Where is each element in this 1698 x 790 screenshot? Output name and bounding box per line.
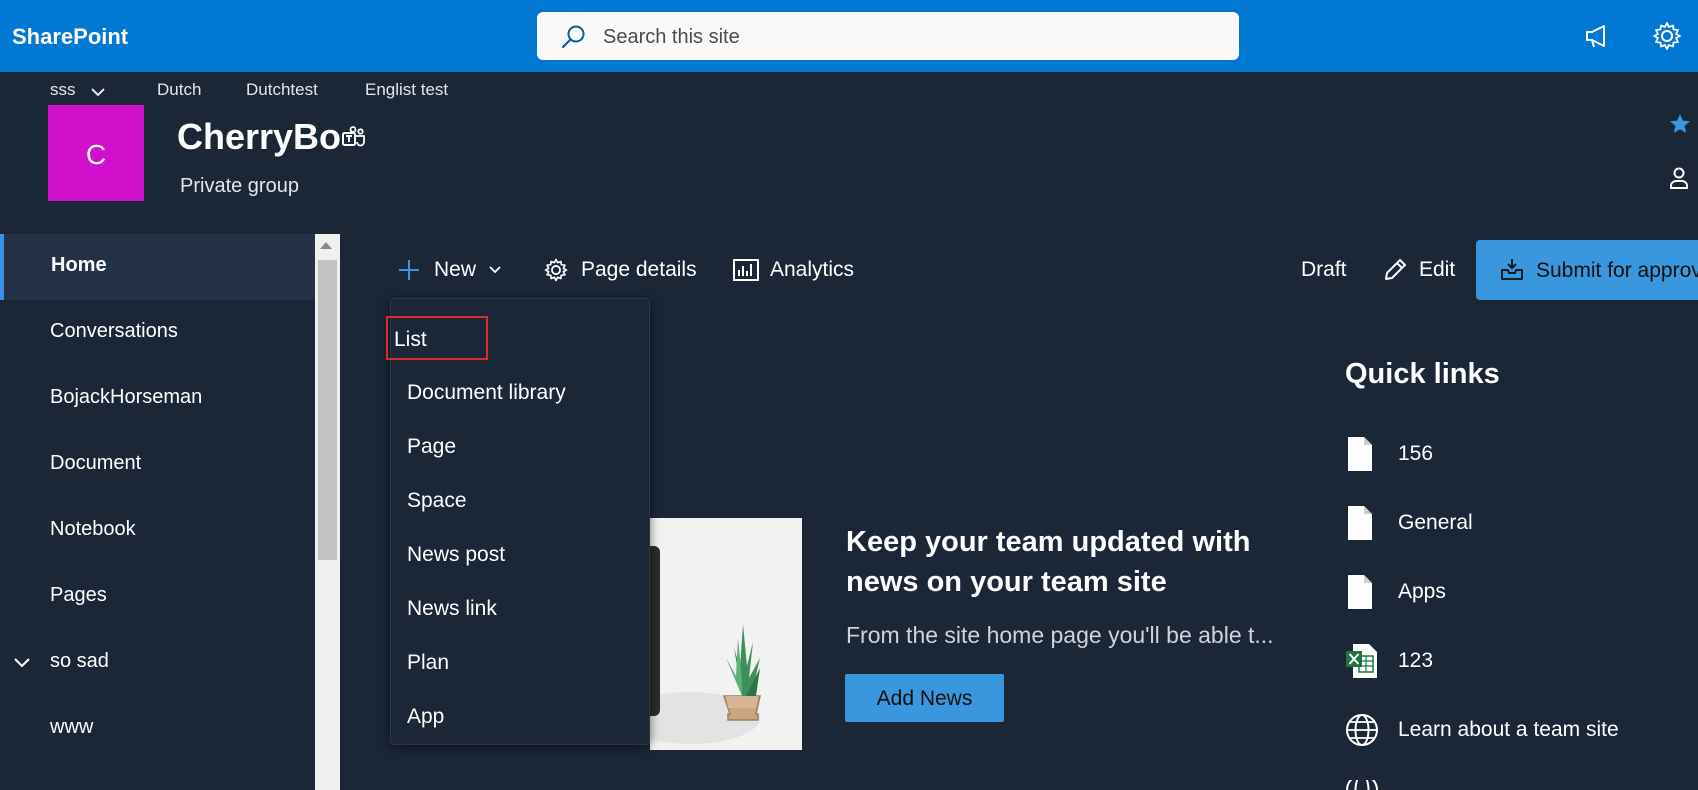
menu-item-app[interactable]: App [399, 693, 643, 737]
quick-link-item[interactable]: 156 [1345, 434, 1685, 474]
scrollbar-thumb[interactable] [318, 260, 337, 560]
teams-icon[interactable] [340, 125, 366, 151]
quick-link-label: General [1398, 511, 1473, 534]
nav-item-home[interactable]: Home [0, 234, 315, 300]
site-logo[interactable]: C [48, 105, 144, 201]
globe-icon [1346, 714, 1378, 746]
menu-item-label: Document library [407, 381, 566, 404]
page-details-button[interactable]: Page details [543, 255, 703, 285]
menu-item-list[interactable]: List [386, 316, 488, 360]
nav-item-conversations[interactable]: Conversations [0, 300, 315, 366]
site-logo-letter: C [85, 139, 107, 170]
page-details-label: Page details [581, 258, 697, 281]
menu-item-page[interactable]: Page [399, 423, 643, 467]
scroll-up-arrow-icon[interactable] [320, 242, 332, 249]
submit-for-approval-button[interactable]: Submit for approval [1476, 240, 1698, 300]
gear-icon[interactable] [1651, 20, 1683, 52]
nav-item-label: www [50, 716, 94, 738]
quick-link-item[interactable]: Apps [1345, 572, 1685, 612]
analytics-button[interactable]: Analytics [733, 255, 863, 285]
submit-label: Submit for approval [1536, 259, 1698, 282]
news-illustration [650, 518, 802, 750]
site-privacy-label: Private group [180, 175, 299, 197]
page-status: Draft [1301, 255, 1361, 285]
megaphone-icon[interactable] [1582, 20, 1614, 52]
hub-nav-englist-test[interactable]: Englist test [365, 80, 448, 100]
file-icon [1348, 437, 1372, 471]
menu-item-document-library[interactable]: Document library [399, 369, 643, 413]
menu-item-label: News link [407, 597, 497, 620]
menu-item-label: Space [407, 489, 467, 512]
gear-icon [544, 258, 568, 282]
page-status-label: Draft [1301, 258, 1347, 281]
analytics-icon [733, 259, 759, 281]
nav-item-label: Conversations [50, 320, 178, 342]
nav-item-label: Notebook [50, 518, 136, 540]
news-heading: Keep your team updated with news on your… [846, 526, 1251, 598]
inbox-icon [1501, 259, 1523, 280]
nav-item-document[interactable]: Document [0, 432, 315, 498]
new-menu-dropdown: List Document library Page Space News po… [386, 298, 650, 745]
nav-item-label: Home [51, 254, 107, 276]
file-icon [1348, 506, 1372, 540]
quick-link-item[interactable]: 123 [1345, 641, 1685, 681]
chevron-down-icon[interactable] [90, 86, 106, 98]
left-nav-scrollbar[interactable] [315, 234, 340, 790]
person-icon[interactable] [1668, 166, 1692, 190]
menu-item-news-link[interactable]: News link [399, 585, 643, 629]
chevron-down-icon[interactable] [13, 657, 31, 669]
pencil-icon [1385, 259, 1406, 280]
chevron-down-icon [489, 266, 501, 274]
nav-item-label: BojackHorseman [50, 386, 203, 408]
suite-header: SharePoint Search this site [0, 0, 1698, 72]
new-button[interactable]: New [397, 255, 507, 285]
new-button-label: New [434, 258, 477, 281]
menu-item-plan[interactable]: Plan [399, 639, 643, 683]
news-description: From the site home page you'll be able t… [846, 622, 1274, 648]
quick-link-item[interactable]: Learn about a team site [1345, 710, 1685, 750]
hub-nav-dutch[interactable]: Dutch [157, 80, 201, 100]
search-box[interactable]: Search this site [537, 12, 1239, 60]
quick-link-label: Apps [1398, 580, 1446, 603]
nav-item-so-sad[interactable]: so sad [0, 630, 315, 696]
edit-button[interactable]: Edit [1382, 255, 1462, 285]
menu-item-space[interactable]: Space [399, 477, 643, 521]
quick-link-item[interactable]: General [1345, 503, 1685, 543]
menu-item-label: News post [407, 543, 506, 566]
app-name[interactable]: SharePoint [12, 24, 128, 50]
left-navigation: Home Conversations BojackHorseman Docume… [0, 234, 315, 790]
add-news-label: Add News [876, 687, 973, 710]
file-icon [1348, 575, 1372, 609]
edit-label: Edit [1419, 258, 1456, 281]
nav-item-label: Document [50, 452, 142, 474]
quick-link-label: 156 [1398, 442, 1434, 465]
menu-item-label: List [394, 328, 427, 351]
globe-icon[interactable] [1345, 780, 1379, 790]
nav-item-label: so sad [50, 650, 109, 672]
site-title[interactable]: CherryBo [177, 116, 341, 158]
quick-link-label: 123 [1398, 649, 1434, 672]
nav-item-bojackhorseman[interactable]: BojackHorseman [0, 366, 315, 432]
search-icon [561, 25, 585, 49]
excel-icon [1346, 644, 1377, 678]
nav-item-pages[interactable]: Pages [0, 564, 315, 630]
news-placeholder-image [650, 546, 761, 744]
add-news-button[interactable]: Add News [845, 674, 1004, 722]
star-icon[interactable] [1668, 112, 1692, 136]
hub-nav-dutchtest[interactable]: Dutchtest [246, 80, 318, 100]
nav-item-label: Pages [50, 584, 107, 606]
hub-nav-sss[interactable]: sss [50, 80, 76, 100]
menu-item-label: App [407, 705, 445, 728]
menu-item-news-post[interactable]: News post [399, 531, 643, 575]
analytics-label: Analytics [770, 258, 855, 281]
plus-icon [399, 260, 419, 280]
nav-item-www[interactable]: www [0, 696, 315, 762]
quick-links-title: Quick links [1345, 358, 1500, 390]
menu-item-label: Plan [407, 651, 450, 674]
search-input[interactable]: Search this site [603, 26, 740, 49]
quick-link-label: Learn about a team site [1398, 718, 1619, 741]
menu-item-label: Page [407, 435, 457, 458]
nav-item-notebook[interactable]: Notebook [0, 498, 315, 564]
